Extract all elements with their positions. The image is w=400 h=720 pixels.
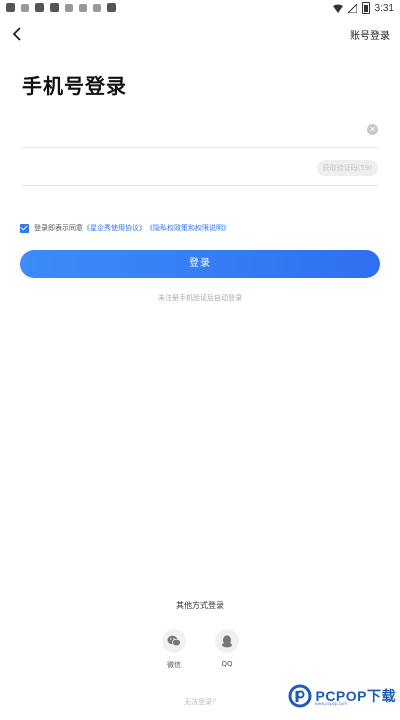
phone-input[interactable] (22, 113, 322, 143)
signal-icon (347, 3, 357, 13)
phone-field: ✕ (22, 113, 378, 148)
code-field: 获取验证码(59) (22, 151, 378, 186)
chevron-left-icon (12, 27, 21, 41)
auto-register-hint: 未注册手机验证后自动登录 (158, 294, 242, 302)
system-icons: 3:31 (332, 2, 394, 14)
app-notification-icon (107, 3, 116, 12)
agreement-checkbox[interactable] (20, 223, 29, 233)
back-button[interactable] (8, 24, 28, 44)
battery-icon (361, 2, 370, 14)
user-agreement-link[interactable]: 《星企秀使用协议》 (83, 223, 146, 233)
agreement-row: 登录即表示同意 《星企秀使用协议》 《隐私权政策和权限说明》 (20, 223, 230, 233)
wifi-icon (332, 4, 343, 13)
app-notification-icon (65, 3, 73, 12)
qq-label: QQ (221, 660, 233, 668)
pcpop-logo-icon (288, 684, 312, 708)
privacy-policy-link[interactable]: 《隐私权政策和权限说明》 (146, 223, 230, 233)
app-notification-icon (50, 3, 59, 12)
agreement-prefix: 登录即表示同意 (34, 224, 83, 232)
qq-icon (222, 634, 232, 647)
code-input[interactable] (22, 151, 322, 181)
get-code-button[interactable]: 获取验证码(59) (316, 160, 378, 176)
app-notification-icon (93, 3, 101, 12)
notification-icons (6, 3, 116, 12)
wechat-login-button[interactable]: 微信 (162, 629, 186, 670)
account-login-link[interactable]: 账号登录 (350, 27, 390, 42)
status-bar: 3:31 (0, 0, 400, 18)
download-done-icon (79, 3, 87, 12)
clear-icon[interactable]: ✕ (367, 124, 378, 135)
qq-login-button[interactable]: QQ (215, 629, 239, 668)
wechat-label: 微信 (167, 661, 181, 669)
pcpop-watermark: PCPOP下载 www.pcpop.com (288, 684, 396, 708)
wechat-icon-circle (162, 629, 186, 653)
qq-icon-circle (215, 629, 239, 653)
other-login-title: 其他方式登录 (176, 601, 224, 610)
login-button[interactable]: 登录 (20, 250, 380, 278)
page-title: 手机号登录 (22, 74, 127, 98)
wechat-icon (167, 635, 181, 647)
status-time: 3:31 (374, 2, 394, 14)
watermark-sub: www.pcpop.com (314, 701, 348, 706)
app-notification-icon (35, 3, 44, 12)
app-notification-icon (21, 3, 29, 12)
app-notification-icon (6, 3, 15, 12)
